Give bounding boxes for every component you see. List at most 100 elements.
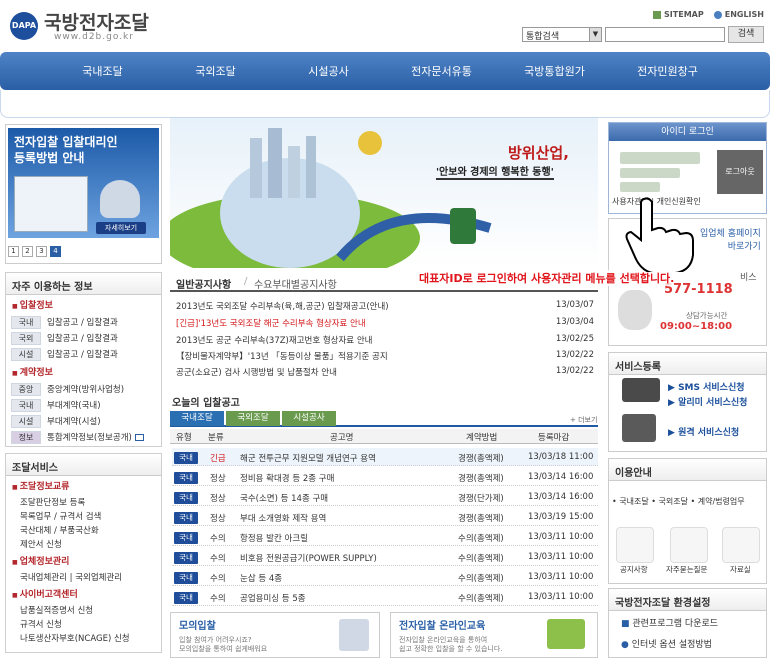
table-row[interactable]: 국내 수의 비호용 전원공급기(POWER SUPPLY) 수의(총액제) 13/03/… xyxy=(172,548,598,566)
service-link[interactable]: 규격서 신청 xyxy=(6,617,161,631)
table-row[interactable]: 국내 정상 국수(소면) 등 14종 구매 경쟁(단가제) 13/03/14 16:00 xyxy=(172,488,598,506)
col-name: 공고명 xyxy=(330,433,354,443)
service-link[interactable]: 납품실적증명서 신청 xyxy=(6,603,161,617)
instruction-overlay: 대표자ID로 로그인하여 사용자관리 메뉴를 선택합니다. xyxy=(419,270,675,286)
tab-foreign[interactable]: 국외조달 xyxy=(226,411,280,426)
promo-page[interactable]: 1 xyxy=(8,246,19,257)
remote-service-link[interactable]: ▶ 원격 서비스신청 xyxy=(668,425,739,438)
link-text[interactable]: 입찰공고 / 입찰결과 xyxy=(47,348,118,360)
sitemap-label: SITEMAP xyxy=(664,10,704,19)
notice-title[interactable]: 【장비물자계약부】'13년 「동등이상 물품」적용기준 공지 xyxy=(176,350,388,363)
list-item[interactable]: 국내 부대계약(국내) xyxy=(6,397,161,413)
list-item[interactable]: 2013년도 국외조달 수리부속(육,해,공군) 입찰재공고(안내) 13/03/… xyxy=(176,300,594,313)
promo-detail-button[interactable]: 자세히보기 xyxy=(96,222,146,234)
banner-illustration xyxy=(160,128,492,283)
notice-title[interactable]: 공군(소요군) 검사 시행방법 및 납품절차 안내 xyxy=(176,366,337,379)
table-row[interactable]: 국내 수의 눈삽 등 4종 수의(총액제) 13/03/11 10:00 xyxy=(172,568,598,586)
tab-construction[interactable]: 시설공사 xyxy=(282,411,336,426)
link-text[interactable]: 입찰공고 / 입찰결과 xyxy=(47,316,118,328)
tab-divider: / xyxy=(244,276,248,287)
list-item[interactable]: 【장비물자계약부】'13년 「동등이상 물품」적용기준 공지 13/02/22 xyxy=(176,350,594,363)
bid-name[interactable]: 정비용 확대경 등 2종 구매 xyxy=(240,472,334,484)
notice-title[interactable]: [긴급]'13년도 국외조달 해군 수리부속 형상자료 안내 xyxy=(176,317,366,330)
more-link[interactable]: + 더보기 xyxy=(570,415,597,425)
list-item[interactable]: 정보 통합계약정보(정보공개) xyxy=(6,429,161,445)
list-item[interactable]: 시설 부대계약(시설) xyxy=(6,413,161,429)
search-input[interactable] xyxy=(605,27,725,42)
service-link[interactable]: 국내업체관리 | 국외업체관리 xyxy=(6,570,161,584)
service-link[interactable]: 나토생산자부호(NCAGE) 신청 xyxy=(6,631,161,645)
env-download-link[interactable]: ■ 관련프로그램 다운로드 xyxy=(609,611,766,634)
search-scope-select[interactable]: 통합검색 ▼ xyxy=(522,27,602,42)
service-link[interactable]: 조달판단정보 등록 xyxy=(6,495,161,509)
alarm-service-link[interactable]: ▶ 알리미 서비스신청 xyxy=(668,395,747,408)
logout-button[interactable]: 로그아웃 xyxy=(717,150,763,194)
nav-edocs[interactable]: 전자문서유통 xyxy=(385,63,498,79)
link-text[interactable]: 입찰공고 / 입찰결과 xyxy=(47,332,118,344)
service-link[interactable]: 목록업무 / 규격서 검색 xyxy=(6,509,161,523)
table-row[interactable]: 국내 긴급 해군 전투근무 지원모델 개념연구 용역 경쟁(총액제) 13/03/18 … xyxy=(172,448,598,466)
bid-name[interactable]: 눈삽 등 4종 xyxy=(240,572,282,584)
link-text[interactable]: 중앙계약(방위사업청) xyxy=(47,383,124,395)
english-link[interactable]: ENGLISH xyxy=(713,10,764,19)
promo-page[interactable]: 2 xyxy=(22,246,33,257)
notice-title[interactable]: 2013년도 국외조달 수리부속(육,해,공군) 입찰재공고(안내) xyxy=(176,300,389,313)
nav-domestic[interactable]: 국내조달 xyxy=(46,63,159,79)
type-badge: 국내 xyxy=(174,512,198,524)
bid-name[interactable]: 부대 소개영화 제작 용역 xyxy=(240,512,326,524)
notice-label[interactable]: 공지사항 xyxy=(620,564,648,575)
bid-name[interactable]: 항정용 발칸 아크릴 xyxy=(240,532,308,544)
list-item[interactable]: 시설 입찰공고 / 입찰결과 xyxy=(6,346,161,362)
logo-icon[interactable]: DAPA xyxy=(10,12,38,40)
list-item[interactable]: 국내 입찰공고 / 입찰결과 xyxy=(6,314,161,330)
list-item[interactable]: 중앙 중앙계약(방위사업청) xyxy=(6,381,161,397)
list-item[interactable]: 공군(소요군) 검사 시행방법 및 납품절차 안내 13/02/22 xyxy=(176,366,594,379)
col-method: 계약방법 xyxy=(466,433,498,443)
nav-foreign[interactable]: 국외조달 xyxy=(159,63,272,79)
table-row[interactable]: 국내 정상 부대 소개영화 제작 용역 경쟁(총액제) 13/03/19 15:00 xyxy=(172,508,598,526)
bid-name[interactable]: 비호용 전원공급기(POWER SUPPLY) xyxy=(240,552,377,564)
link-text[interactable]: 통합계약정보(정보공개) xyxy=(47,431,132,443)
promo-page-active[interactable]: 4 xyxy=(50,246,61,257)
faq-label[interactable]: 자주묻는질문 xyxy=(666,564,707,575)
nav-cost[interactable]: 국방통합원가 xyxy=(498,63,611,79)
notice-icon[interactable] xyxy=(616,527,654,563)
bid-name[interactable]: 국수(소면) 등 14종 구매 xyxy=(240,492,328,504)
service-link[interactable]: 제안서 신청 xyxy=(6,537,161,551)
sub-nav xyxy=(0,90,770,118)
tab-domestic[interactable]: 국내조달 xyxy=(170,411,224,426)
link-text[interactable]: 부대계약(시설) xyxy=(47,415,101,427)
archive-label[interactable]: 자료실 xyxy=(730,564,751,575)
bid-name[interactable]: 공업용미싱 등 5종 xyxy=(240,592,306,604)
notice-title[interactable]: 2013년도 공군 수리부속(37Z)재고번호 형상자료 안내 xyxy=(176,334,372,347)
list-item[interactable]: [긴급]'13년도 국외조달 해군 수리부속 형상자료 안내 13/03/04 xyxy=(176,317,594,330)
tab-general-notice[interactable]: 일반공지사항 xyxy=(176,276,231,291)
sms-service-link[interactable]: ▶ SMS 서비스신청 xyxy=(668,380,745,393)
table-row[interactable]: 국내 수의 항정용 발칸 아크릴 수의(총액제) 13/03/11 10:00 xyxy=(172,528,598,546)
main-banner xyxy=(160,118,598,283)
promo-page[interactable]: 3 xyxy=(36,246,47,257)
archive-icon[interactable] xyxy=(722,527,760,563)
list-item[interactable]: 2013년도 공군 수리부속(37Z)재고번호 형상자료 안내 13/02/25 xyxy=(176,334,594,347)
usage-links[interactable]: • 국내조달 • 국외조달 • 계약/법령업무 xyxy=(612,496,745,507)
tab-unit-notice[interactable]: 수요부대별공지사항 xyxy=(254,276,337,291)
nav-civil[interactable]: 전자민원창구 xyxy=(611,63,724,79)
search-button[interactable]: 검색 xyxy=(728,26,764,43)
list-item[interactable]: 국외 입찰공고 / 입찰결과 xyxy=(6,330,161,346)
mock-bid-box[interactable]: 모의입찰 입찰 참여가 어려우시죠? 모의입찰을 통하여 쉽게배워요 xyxy=(170,612,380,658)
site-title[interactable]: 국방전자조달 xyxy=(44,8,149,35)
env-option-link[interactable]: ● 인터넷 옵션 설정방법 xyxy=(609,634,766,653)
partner-link[interactable]: 입업체 홈페이지 바로가기 xyxy=(700,226,761,252)
bid-category: 수의 xyxy=(210,594,226,604)
link-text[interactable]: 부대계약(국내) xyxy=(47,399,101,411)
online-edu-box[interactable]: 전자입찰 온라인교육 전자입찰 온라인교육을 통하여 쉽고 정확한 입찰을 할 … xyxy=(390,612,598,658)
sitemap-link[interactable]: SITEMAP xyxy=(653,10,704,19)
bid-name[interactable]: 해군 전투근무 지원모델 개념연구 용역 xyxy=(240,452,376,464)
table-row[interactable]: 국내 수의 공업용미싱 등 5종 수의(총액제) 13/03/11 10:00 xyxy=(172,588,598,606)
faq-icon[interactable] xyxy=(670,527,708,563)
service-link[interactable]: 국산대체 / 부품국산화 xyxy=(6,523,161,537)
sitemap-icon xyxy=(653,10,662,19)
category-tag: 국내 xyxy=(11,398,41,412)
nav-construction[interactable]: 시설공사 xyxy=(272,63,385,79)
table-row[interactable]: 국내 정상 정비용 확대경 등 2종 구매 경쟁(총액제) 13/03/14 16:00 xyxy=(172,468,598,486)
